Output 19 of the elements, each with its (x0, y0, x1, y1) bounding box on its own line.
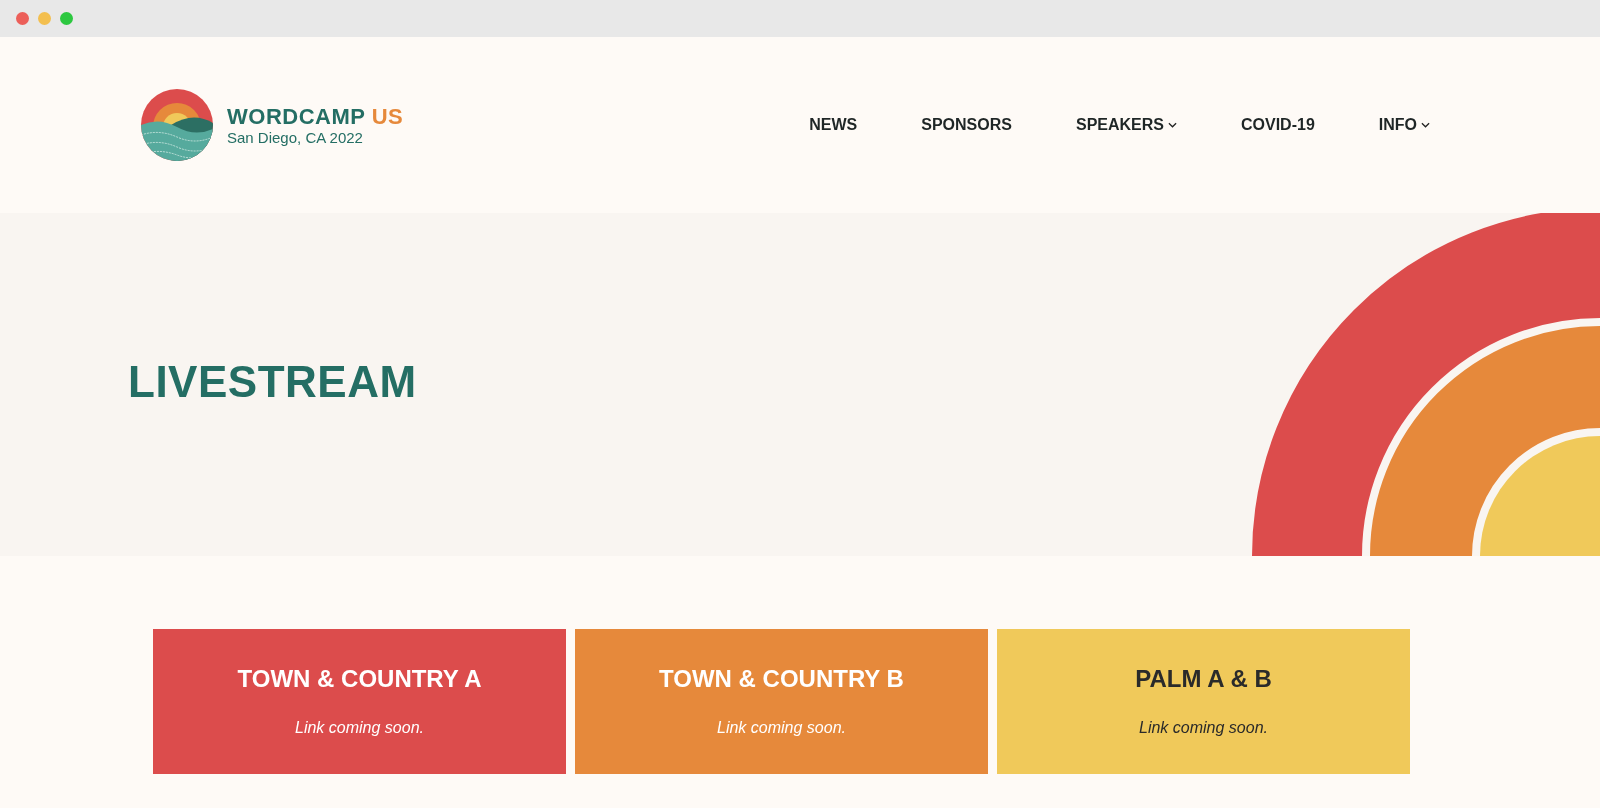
room-note: Link coming soon. (717, 719, 846, 737)
room-name: TOWN & COUNTRY A (237, 665, 482, 693)
nav-link[interactable]: SPEAKERS (1075, 116, 1177, 134)
site-tagline: San Diego, CA 2022 (227, 128, 364, 146)
nav-link[interactable]: COVID-19 (1241, 116, 1315, 134)
maximize-window-icon[interactable] (60, 12, 73, 25)
room-name: PALM A & B (1135, 665, 1272, 693)
nav-link[interactable]: INFO (1378, 116, 1430, 134)
room-note: Link coming soon. (1139, 719, 1268, 737)
minimize-window-icon[interactable] (38, 12, 51, 25)
caret-icon (1168, 122, 1177, 128)
nav-link[interactable]: NEWS (809, 116, 858, 134)
page-title: LIVESTREAM (128, 356, 417, 407)
nav-link[interactable]: SPONSORS (921, 116, 1012, 134)
room-note: Link coming soon. (295, 719, 424, 737)
room-name: TOWN & COUNTRY B (659, 665, 904, 693)
site-name[interactable]: WORDCAMP (227, 103, 366, 129)
close-window-icon[interactable] (16, 12, 29, 25)
caret-icon (1421, 122, 1430, 128)
